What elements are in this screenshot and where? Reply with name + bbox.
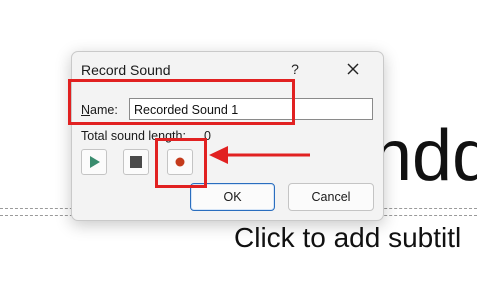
annotation-overlay [209, 146, 310, 164]
arrow-left-icon [209, 146, 310, 164]
